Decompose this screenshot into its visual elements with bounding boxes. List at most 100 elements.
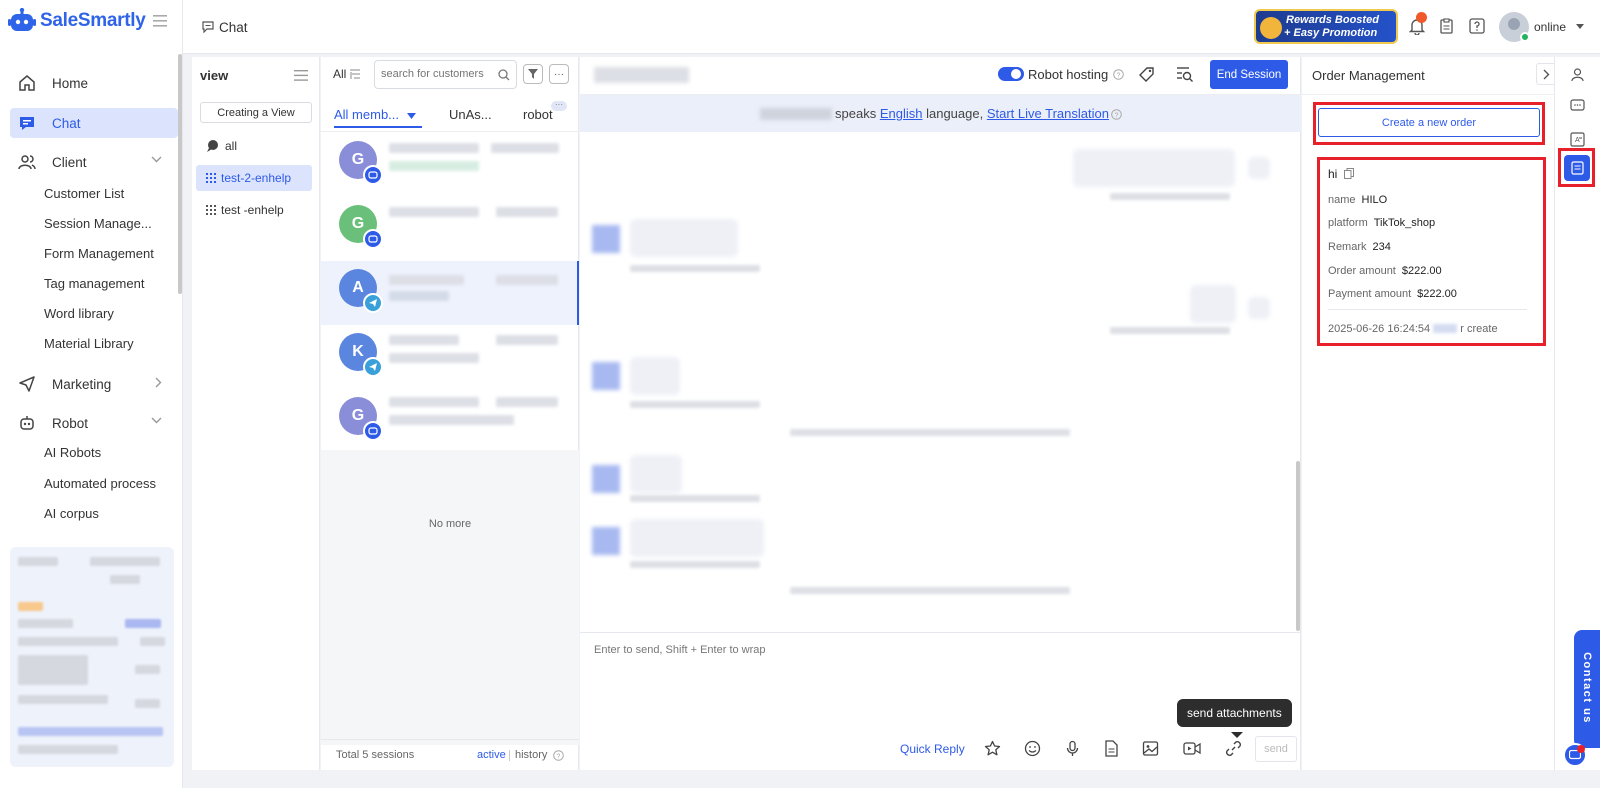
quick-reply-link[interactable]: Quick Reply <box>900 742 965 756</box>
nav-sub-session-management[interactable]: Session Manage... <box>44 216 152 231</box>
nav-sub-form-management[interactable]: Form Management <box>44 246 154 261</box>
nav-item-client[interactable]: Client <box>10 147 178 177</box>
help-circle-icon[interactable]: ? <box>1113 69 1124 80</box>
chat-channel-icon <box>363 229 383 249</box>
nav-item-marketing[interactable]: Marketing <box>10 369 178 399</box>
order-management-tab[interactable] <box>1564 155 1590 181</box>
tab-robot[interactable]: robot <box>523 107 553 122</box>
clipboard-icon[interactable] <box>1440 18 1453 34</box>
nav-item-chat[interactable]: Chat <box>10 108 178 138</box>
order-field-name: name HILO <box>1328 194 1388 206</box>
chat-scrollbar[interactable] <box>1296 461 1300 631</box>
status-label[interactable]: online <box>1534 20 1566 34</box>
message-bubble-incoming <box>630 219 738 257</box>
language-suffix: language, <box>926 106 984 121</box>
history-filter-link[interactable]: history <box>515 749 547 761</box>
tab-all-members[interactable]: All memb... <box>334 107 416 122</box>
nav-sub-automated-process[interactable]: Automated process <box>44 476 156 491</box>
nav-item-home[interactable]: Home <box>10 68 178 98</box>
tag-icon[interactable] <box>1138 66 1155 83</box>
star-icon[interactable] <box>984 740 1001 757</box>
view-item-all[interactable]: all <box>196 133 316 159</box>
list-footer-area: No more <box>321 450 579 745</box>
translate-icon: A <box>1569 131 1585 147</box>
chat-panel: Robot hosting ? End Session speaks Engli… <box>580 57 1301 770</box>
nav-sub-material-library[interactable]: Material Library <box>44 336 134 351</box>
view-item-test-enhelp[interactable]: test -enhelp <box>196 197 312 223</box>
copy-icon[interactable] <box>1343 168 1354 179</box>
search-icon[interactable] <box>498 69 510 81</box>
promo-line1: Rewards Boosted <box>1286 14 1379 26</box>
more-options-button[interactable]: ··· <box>549 64 569 84</box>
search-input[interactable] <box>374 60 517 89</box>
contact-us-tab[interactable]: Contact us <box>1574 630 1600 748</box>
robot-hosting-toggle[interactable] <box>998 67 1024 81</box>
help-icon[interactable] <box>1469 18 1485 34</box>
nav-sub-tag-management[interactable]: Tag management <box>44 276 144 291</box>
caret-down-icon <box>406 113 416 119</box>
search-history-icon[interactable] <box>1176 66 1194 83</box>
microphone-icon[interactable] <box>1064 740 1081 757</box>
active-tab-underline <box>334 126 422 128</box>
list-item[interactable]: K <box>321 325 579 389</box>
agent-avatar-blurred <box>592 225 620 253</box>
order-field-platform: platform TikTok_shop <box>1328 217 1436 229</box>
nav-item-robot[interactable]: Robot <box>10 408 178 438</box>
collapse-panel-button[interactable] <box>1536 63 1556 85</box>
list-item[interactable]: G <box>321 133 579 197</box>
help-circle-icon[interactable]: ? <box>553 750 564 761</box>
breadcrumb: Chat <box>219 20 248 35</box>
view-item-test-2-enhelp[interactable]: test-2-enhelp <box>196 165 312 191</box>
tab-more-badge[interactable]: ··· <box>551 101 567 111</box>
create-order-button[interactable]: Create a new order <box>1318 108 1540 137</box>
video-icon[interactable] <box>1183 741 1201 756</box>
image-icon[interactable] <box>1142 740 1159 757</box>
svg-text:?: ? <box>557 753 561 760</box>
tab-unassigned[interactable]: UnAs... <box>449 107 492 122</box>
telegram-icon <box>363 293 383 313</box>
active-filter-link[interactable]: active <box>477 749 506 761</box>
filter-button[interactable] <box>523 64 543 84</box>
send-button[interactable]: send <box>1255 736 1297 762</box>
caret-down-icon[interactable] <box>1576 24 1584 29</box>
nav-sub-word-library[interactable]: Word library <box>44 306 114 321</box>
emoji-icon[interactable] <box>1024 740 1041 757</box>
nav-label-chat: Chat <box>52 115 81 131</box>
create-view-button[interactable]: Creating a View <box>200 102 312 123</box>
order-panel-title: Order Management <box>1312 68 1425 83</box>
view-label-test-enhelp: test -enhelp <box>221 203 284 217</box>
file-icon[interactable] <box>1104 740 1119 757</box>
message-input[interactable]: Enter to send, Shift + Enter to wrap <box>594 644 766 656</box>
svg-text:?: ? <box>1117 72 1121 79</box>
message-bubble-incoming <box>630 455 682 493</box>
svg-text:?: ? <box>1115 112 1119 119</box>
list-item[interactable]: G <box>321 389 579 453</box>
list-item-selected[interactable]: A <box>321 261 579 325</box>
collapse-menu-icon[interactable] <box>153 15 167 27</box>
robot-hosting-label: Robot hosting <box>1028 67 1109 82</box>
end-session-button[interactable]: End Session <box>1210 60 1288 89</box>
top-bar: Chat Rewards Boosted + Easy Promotion on… <box>183 0 1600 54</box>
brand-logo[interactable]: SaleSmartly <box>8 8 146 34</box>
customer-profile-tab[interactable] <box>1564 61 1590 87</box>
sort-icon[interactable] <box>349 68 361 80</box>
list-item[interactable]: G <box>321 197 579 261</box>
order-field-order-amount: Order amount $222.00 <box>1328 265 1442 277</box>
list-menu-icon[interactable] <box>294 70 308 81</box>
filter-all-label[interactable]: All <box>333 67 346 81</box>
help-circle-icon[interactable]: ? <box>1111 109 1122 120</box>
promo-banner[interactable]: Rewards Boosted + Easy Promotion <box>1254 9 1398 44</box>
search-field[interactable] <box>375 61 485 87</box>
sidebar-scrollbar[interactable] <box>178 54 182 294</box>
funnel-icon <box>528 69 538 79</box>
language-link[interactable]: English <box>880 106 923 121</box>
message-bubble-incoming <box>630 357 680 395</box>
start-live-translation-link[interactable]: Start Live Translation <box>987 106 1109 121</box>
nav-sub-ai-robots[interactable]: AI Robots <box>44 445 101 460</box>
contact-us-label: Contact us <box>1581 652 1593 724</box>
avatar[interactable] <box>1499 12 1530 42</box>
conversation-tab[interactable] <box>1564 93 1590 119</box>
nav-sub-ai-corpus[interactable]: AI corpus <box>44 506 99 521</box>
nav-sub-customer-list[interactable]: Customer List <box>44 186 124 201</box>
attachment-link-icon[interactable] <box>1225 740 1242 757</box>
